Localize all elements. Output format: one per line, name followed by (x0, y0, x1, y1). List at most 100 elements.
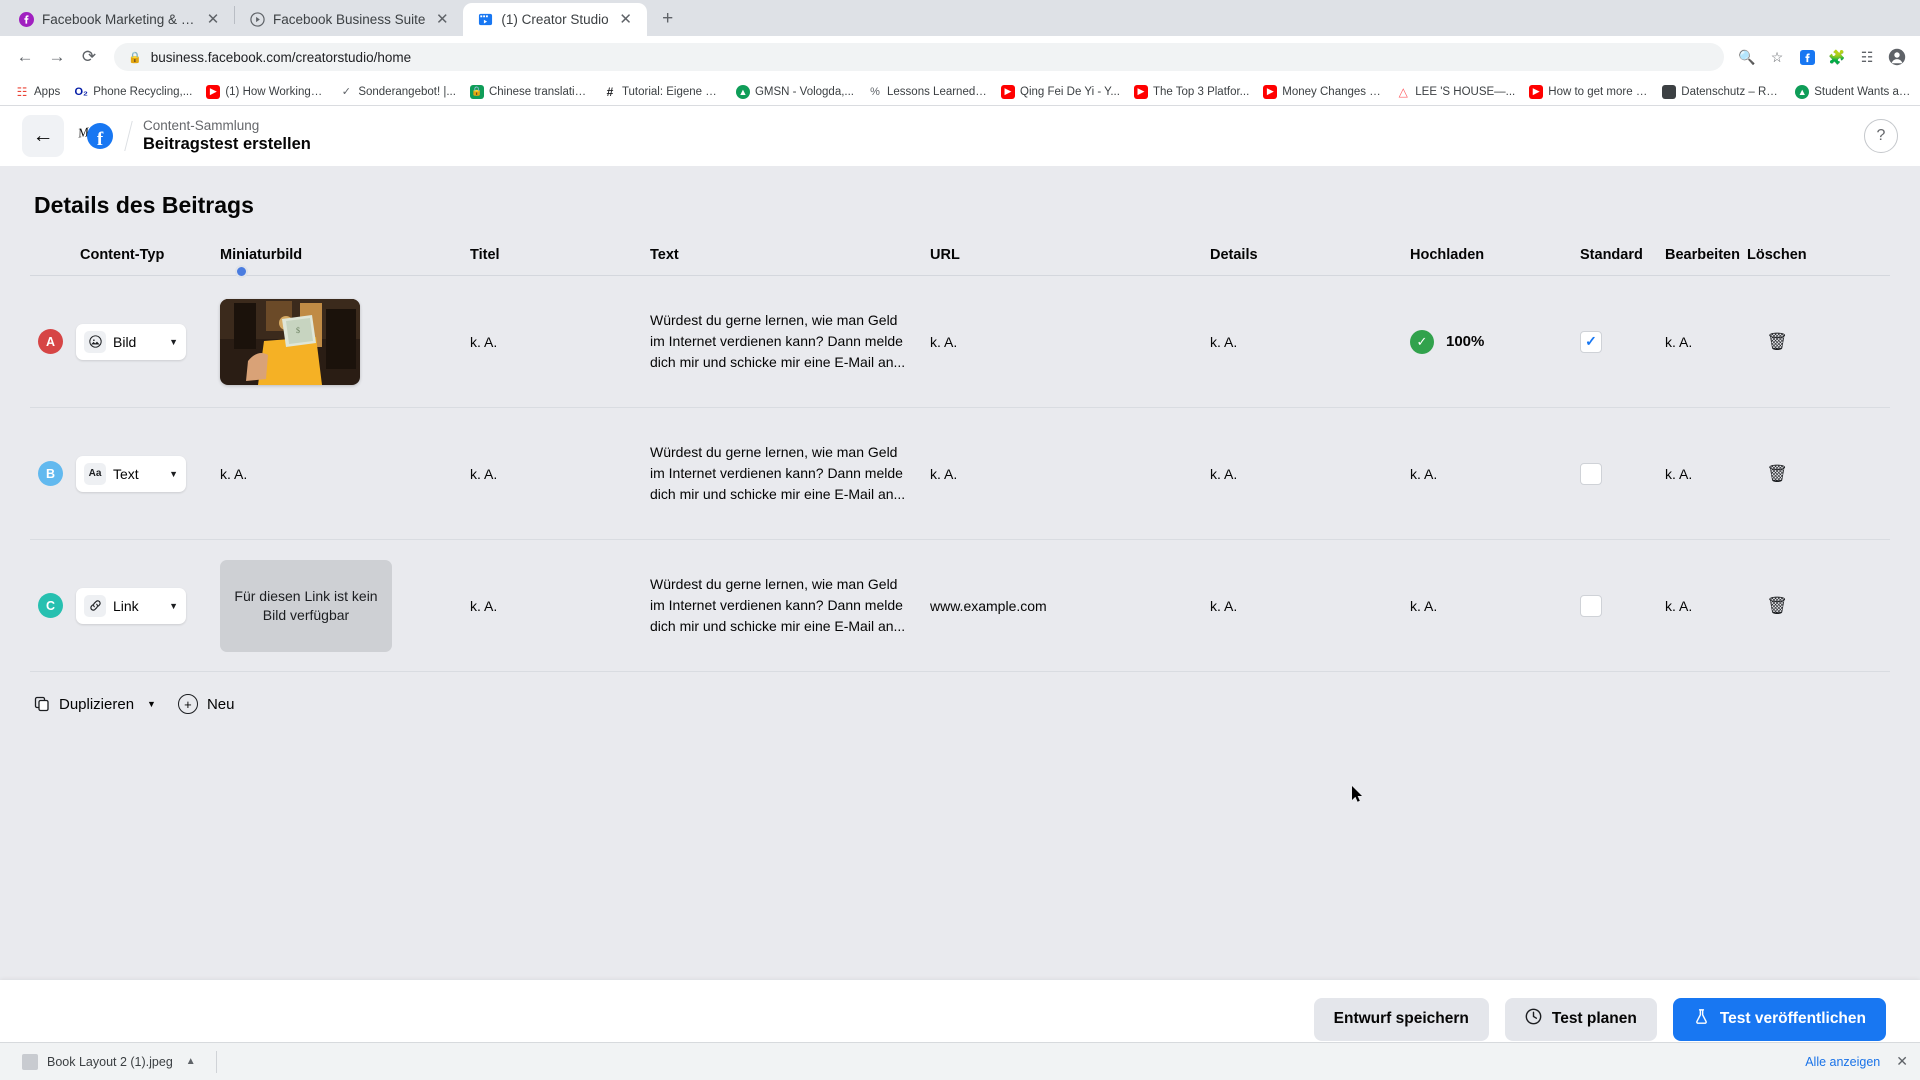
new-button[interactable]: + Neu (177, 694, 235, 714)
facebook-icon[interactable] (1794, 44, 1820, 70)
grid-icon[interactable]: ☷ (1854, 44, 1880, 70)
profile-icon[interactable] (1884, 44, 1910, 70)
back-arrow-icon[interactable]: ← (22, 115, 64, 157)
zoom-icon[interactable]: 🔍 (1734, 44, 1760, 70)
bookmark-item[interactable]: 🔒 Chinese translatio... (463, 81, 596, 103)
airbnb-icon: △ (1398, 84, 1408, 99)
app-header: ← Mw⁄ f Content-Sammlung Beitragstest er… (0, 106, 1920, 166)
chevron-down-icon: ▼ (169, 336, 178, 347)
bookmark-label: Phone Recycling,... (93, 85, 193, 98)
new-tab-button[interactable]: + (653, 4, 683, 34)
close-icon[interactable]: ✕ (433, 11, 451, 29)
bookmark-label: Money Changes E... (1282, 85, 1383, 98)
youtube-icon: ▶ (1001, 84, 1016, 99)
bookmark-item[interactable]: ▶ How to get more v... (1522, 81, 1655, 103)
bookmark-item[interactable]: ▶ The Top 3 Platfor... (1127, 81, 1256, 103)
bookmark-item[interactable]: ▶ Qing Fei De Yi - Y... (994, 81, 1127, 103)
show-all-downloads-link[interactable]: Alle anzeigen (1805, 1055, 1880, 1069)
download-item[interactable]: Book Layout 2 (1).jpeg ▲ (12, 1047, 206, 1077)
bookmark-item[interactable]: ✓ Sonderangebot! |... (332, 81, 463, 103)
bookmark-label: Sonderangebot! |... (358, 85, 456, 98)
bookmark-star-icon[interactable]: ☆ (1764, 44, 1790, 70)
back-icon[interactable]: ← (10, 42, 40, 72)
bookmark-label: Tutorial: Eigene Fa... (621, 85, 722, 98)
close-icon[interactable]: ✕ (617, 11, 635, 29)
forward-icon[interactable]: → (42, 42, 72, 72)
row-actions: Duplizieren ▼ + Neu (34, 694, 1920, 714)
bookmark-item[interactable]: # Tutorial: Eigene Fa... (596, 81, 729, 103)
details-cell: k. A. (1210, 465, 1238, 482)
column-header-edit: Bearbeiten (1665, 247, 1740, 263)
standard-checkbox[interactable]: ✓ (1580, 330, 1602, 353)
photo-thumbnail[interactable]: $ (220, 298, 360, 385)
business-suite-icon (249, 12, 265, 28)
new-label: Neu (206, 695, 235, 713)
duplicate-label: Duplizieren (59, 695, 135, 713)
browser-tab-2[interactable]: Facebook Business Suite ✕ (235, 3, 463, 36)
bookmark-item[interactable]: Datenschutz – Re... (1655, 81, 1788, 103)
reload-icon[interactable]: ⟳ (74, 42, 104, 72)
content-type-select[interactable]: Link ▼ (76, 587, 186, 624)
bookmark-item[interactable]: ▲ Student Wants an... (1788, 81, 1920, 103)
title-cell: k. A. (470, 597, 498, 614)
main-body: Details des Beitrags Content-Typ Miniatu… (0, 166, 1920, 1080)
save-draft-button[interactable]: Entwurf speichern (1313, 997, 1489, 1041)
bookmark-item[interactable]: ☷ Apps (8, 81, 67, 103)
close-icon[interactable]: ✕ (204, 11, 222, 29)
browser-tab-title: (1) Creator Studio (501, 12, 609, 27)
text-cell: Würdest du gerne lernen, wie man Geld im… (650, 312, 906, 370)
column-resize-handle[interactable] (235, 265, 248, 278)
bookmark-item[interactable]: % Lessons Learned f... (861, 81, 994, 103)
toolbar-icons: 🔍 ☆ 🧩 ☷ (1734, 44, 1910, 70)
row-badge: A (38, 329, 63, 354)
content-type-select[interactable]: Aa Text ▼ (76, 455, 186, 492)
chevron-up-icon[interactable]: ▲ (186, 1056, 196, 1067)
upload-cell: k. A. (1410, 597, 1438, 614)
chevron-down-icon: ▼ (169, 600, 178, 611)
photo-icon (1662, 84, 1677, 99)
trash-icon[interactable]: 🗑 (1766, 596, 1788, 616)
youtube-icon: ▶ (1529, 84, 1544, 99)
content-type-select[interactable]: Bild ▼ (76, 323, 186, 360)
standard-checkbox[interactable] (1580, 462, 1602, 485)
upload-cell: k. A. (1410, 465, 1438, 482)
content-table: Content-Typ Miniaturbild Titel Text URL … (30, 241, 1890, 672)
content-type-value: Text (113, 465, 139, 482)
image-file-icon (22, 1053, 38, 1070)
bookmark-item[interactable]: △ LEE 'S HOUSE—... (1389, 81, 1522, 103)
flask-icon (1693, 1008, 1710, 1030)
green-lock-icon: 🔒 (469, 84, 484, 99)
header-text-block: Content-Sammlung Beitragstest erstellen (143, 118, 311, 154)
schedule-test-button[interactable]: Test planen (1504, 997, 1657, 1041)
page-title: Beitragstest erstellen (143, 135, 311, 153)
close-icon[interactable]: ✕ (1896, 1053, 1908, 1070)
trash-icon[interactable]: 🗑 (1766, 332, 1788, 352)
address-bar[interactable]: 🔒 business.facebook.com/creatorstudio/ho… (114, 43, 1724, 71)
bookmark-item[interactable]: ▶ (1) How Working a... (199, 81, 332, 103)
bookmark-item[interactable]: O₂ Phone Recycling,... (67, 81, 199, 103)
delete-cell: 🗑 (1747, 464, 1807, 484)
table-header-row: Content-Typ Miniaturbild Titel Text URL … (30, 241, 1890, 278)
trash-icon[interactable]: 🗑 (1766, 464, 1788, 484)
content-type-cell: A Bild ▼ (30, 323, 220, 360)
hash-icon: # (606, 84, 614, 99)
bookmark-label: Student Wants an... (1814, 85, 1915, 98)
url-cell: k. A. (930, 333, 958, 350)
table-row: A Bild ▼ $ k. A. Würdest du gerne lernen… (30, 276, 1890, 408)
content-type-value: Link (113, 597, 139, 614)
thumbnail-placeholder: Für diesen Link ist kein Bild verfügbar (220, 559, 392, 652)
column-header-title: Titel (470, 247, 500, 263)
table-row: B Aa Text ▼ k. A. k. A. Würdest du gerne… (30, 408, 1890, 540)
browser-tab-1[interactable]: Facebook Marketing & Werbea ✕ (4, 3, 234, 36)
bookmark-item[interactable]: ▲ GMSN - Vologda,... (729, 81, 861, 103)
text-aa-icon: Aa (84, 462, 106, 485)
question-mark-icon[interactable]: ? (1864, 119, 1898, 153)
duplicate-button[interactable]: Duplizieren ▼ (34, 696, 156, 713)
browser-tab-3[interactable]: (1) Creator Studio ✕ (463, 3, 647, 36)
bookmark-item[interactable]: ▶ Money Changes E... (1256, 81, 1389, 103)
extensions-icon[interactable]: 🧩 (1824, 44, 1850, 70)
standard-checkbox[interactable] (1580, 594, 1602, 617)
browser-window: Facebook Marketing & Werbea ✕ Facebook B… (0, 0, 1920, 1080)
bookmark-label: Qing Fei De Yi - Y... (1020, 85, 1120, 98)
publish-test-button[interactable]: Test veröffentlichen (1672, 997, 1886, 1041)
